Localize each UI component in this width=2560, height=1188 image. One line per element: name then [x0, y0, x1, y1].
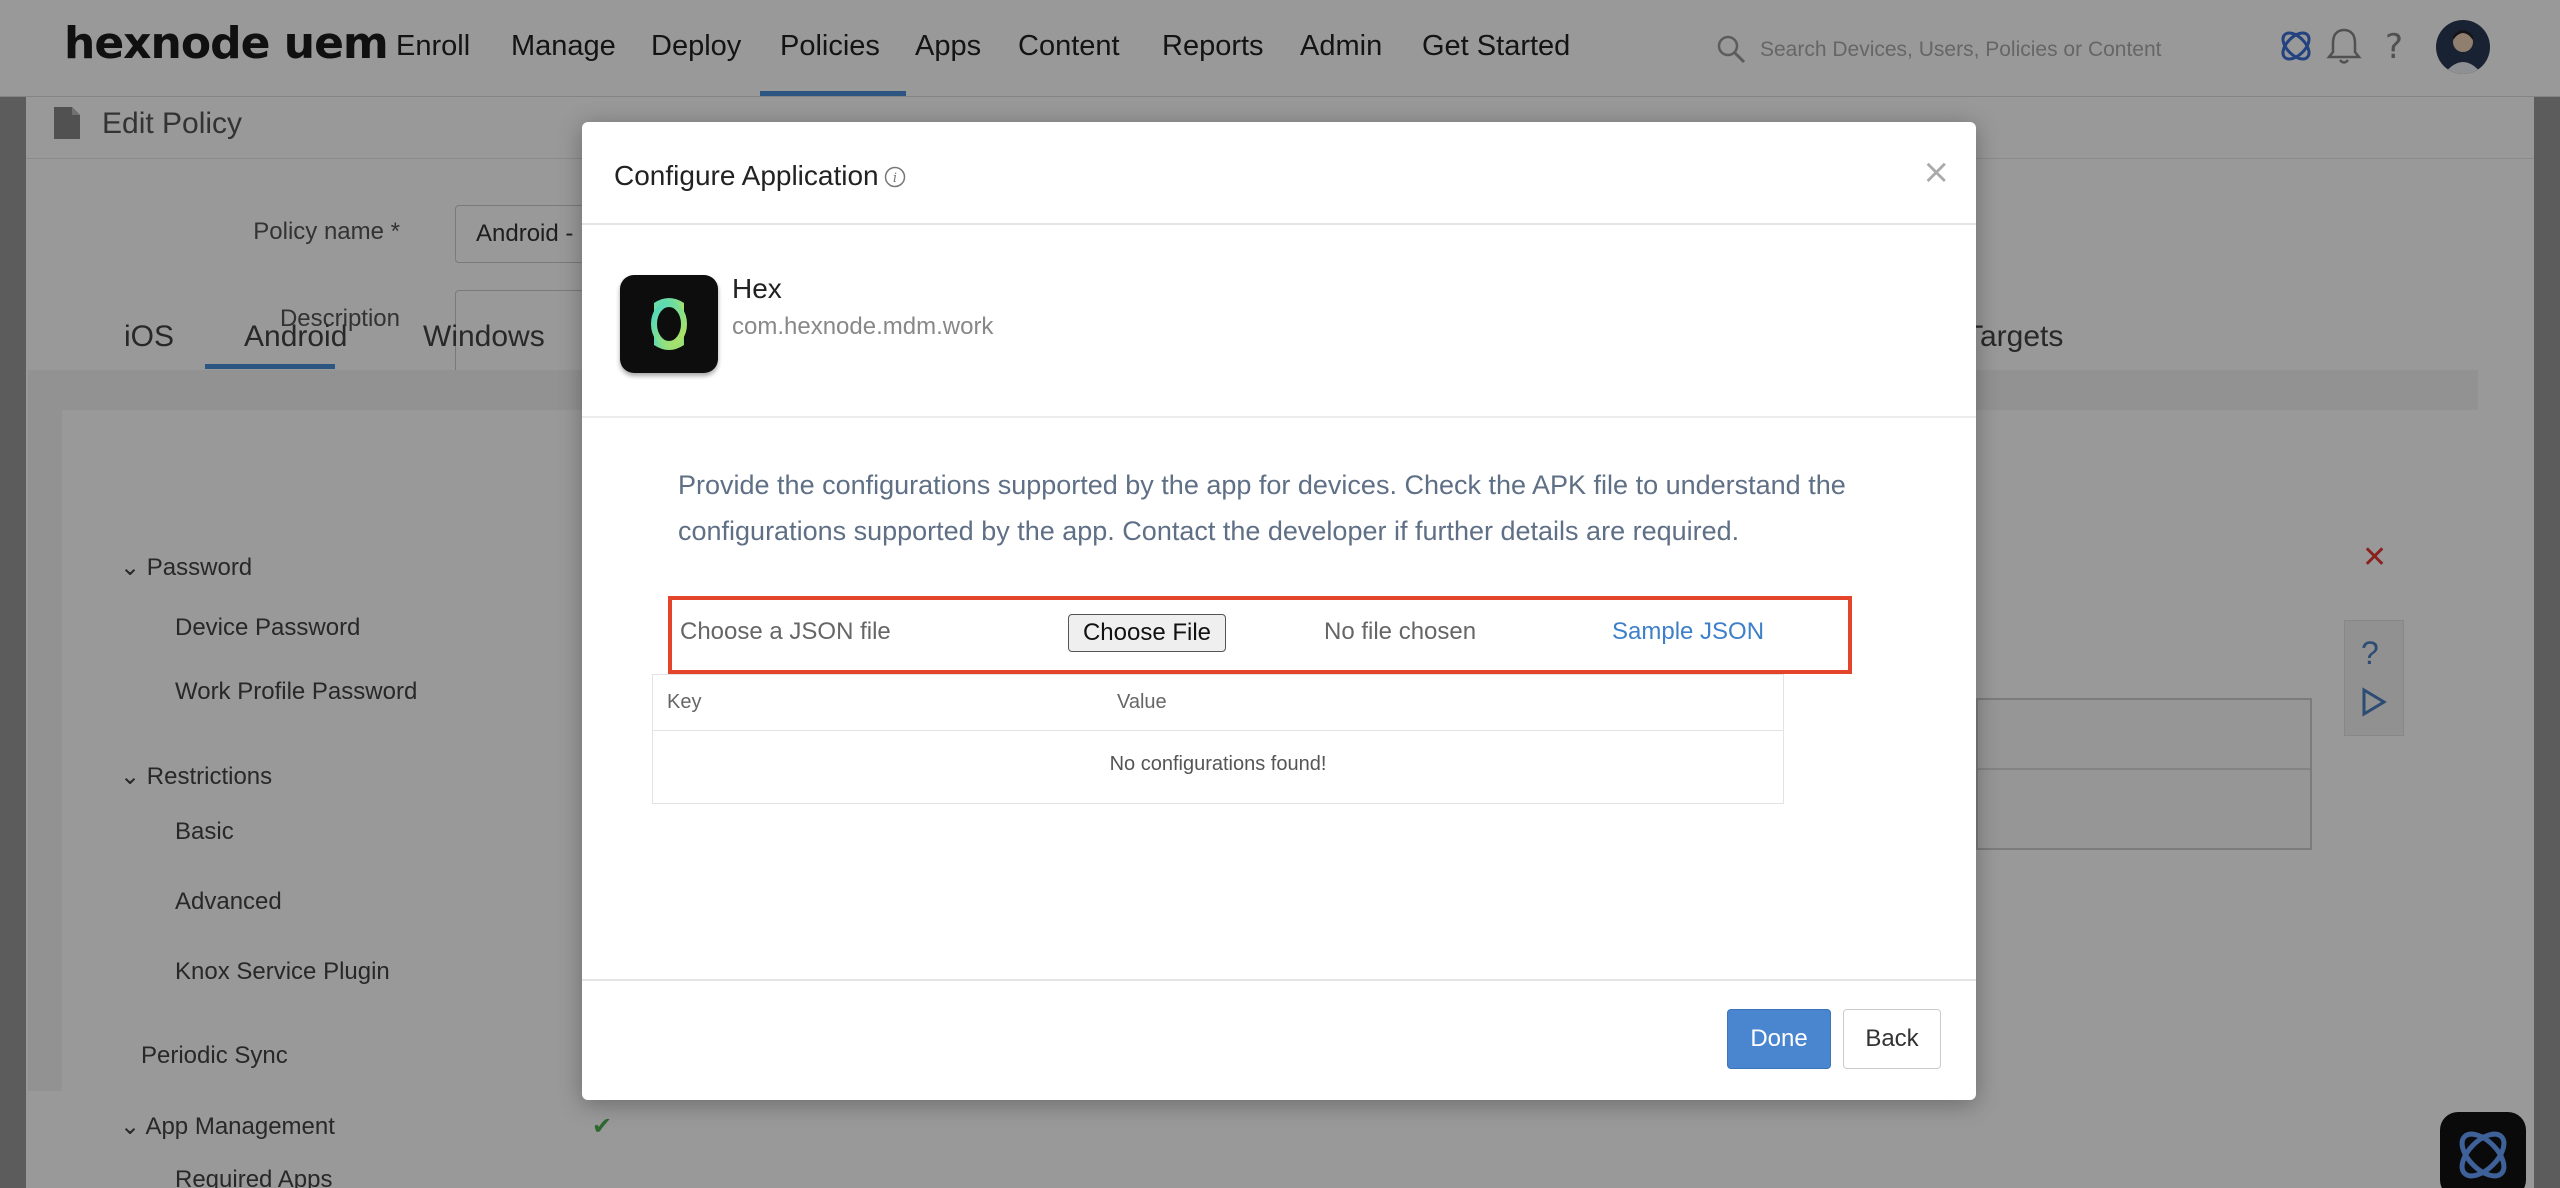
- app-package-id: com.hexnode.mdm.work: [732, 313, 994, 340]
- done-button[interactable]: Done: [1727, 1009, 1831, 1069]
- configuration-table: Key Value No configurations found!: [652, 674, 1784, 804]
- json-file-label: Choose a JSON file: [680, 618, 891, 645]
- hex-app-icon: [620, 275, 718, 373]
- info-icon[interactable]: i: [884, 166, 906, 188]
- modal-footer: Done Back: [582, 979, 1976, 1100]
- choose-file-button[interactable]: Choose File: [1068, 614, 1226, 652]
- configuration-description: Provide the configurations supported by …: [678, 470, 1846, 546]
- no-file-chosen-text: No file chosen: [1324, 618, 1477, 645]
- sample-json-link[interactable]: Sample JSON: [1612, 618, 1764, 646]
- app-name: Hex: [732, 273, 782, 304]
- modal-title: Configure Application: [614, 160, 879, 191]
- table-header: Key Value: [653, 675, 1783, 731]
- app-info-section: Hex com.hexnode.mdm.work: [582, 225, 1976, 418]
- back-button[interactable]: Back: [1843, 1009, 1941, 1069]
- svg-text:i: i: [893, 171, 897, 186]
- empty-table-message: No configurations found!: [1109, 753, 1327, 775]
- modal-header: Configure Application i ×: [582, 122, 1976, 225]
- close-button[interactable]: ×: [1922, 152, 1951, 192]
- column-header-key: Key: [667, 691, 702, 713]
- configure-application-modal: Configure Application i × Hex com.hexnod…: [582, 122, 1976, 1100]
- column-header-value: Value: [1117, 691, 1167, 713]
- json-upload-row: Choose a JSON file Choose File No file c…: [668, 596, 1852, 674]
